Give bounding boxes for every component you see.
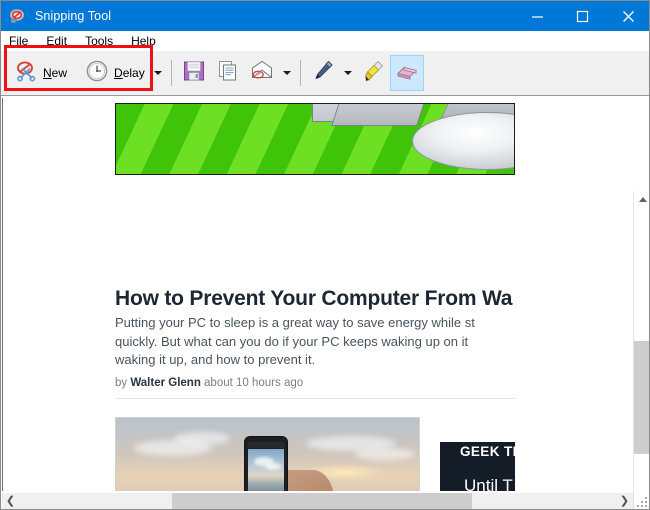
- captured-webpage: How to Prevent Your Computer From Wa Put…: [3, 98, 515, 491]
- new-button-label: New: [43, 66, 67, 80]
- menu-label-tools-rest: ools: [91, 34, 113, 48]
- pen-dropdown-button[interactable]: [340, 55, 356, 91]
- delay-button[interactable]: Delay: [80, 55, 150, 91]
- resize-grip-icon[interactable]: [634, 494, 650, 510]
- horizontal-scroll-thumb[interactable]: [172, 493, 472, 510]
- toolbar: New Delay: [1, 51, 650, 96]
- vertical-scroll-thumb[interactable]: [634, 341, 650, 454]
- chevron-up-icon: [639, 197, 647, 202]
- geek-trivia-card: GEEK TRIV Until T Was C City R The S: [440, 442, 515, 491]
- chevron-down-icon: [283, 71, 291, 75]
- scissors-snip-icon: [14, 59, 38, 88]
- email-button[interactable]: [245, 55, 279, 91]
- article-body: Putting your PC to sleep is a great way …: [115, 314, 515, 370]
- menu-item-help[interactable]: Help: [131, 34, 156, 48]
- capture-clip: How to Prevent Your Computer From Wa Put…: [2, 98, 634, 491]
- menu-label-file-rest: ile: [16, 34, 28, 48]
- article-body-line-1: Putting your PC to sleep is a great way …: [115, 314, 515, 333]
- save-floppy-icon: [182, 59, 206, 88]
- menu-item-tools[interactable]: Tools: [85, 34, 113, 48]
- chevron-down-icon: [344, 71, 352, 75]
- photo-cloud: [354, 448, 416, 460]
- photo-cloud: [174, 432, 230, 445]
- delay-button-label: Delay: [114, 66, 145, 80]
- article-title: How to Prevent Your Computer From Wa: [115, 288, 515, 309]
- maximize-button[interactable]: [560, 1, 605, 31]
- horizontal-scrollbar[interactable]: ❮ ❯: [2, 493, 633, 510]
- phone-screen: [248, 449, 284, 491]
- eraser-icon: [395, 59, 419, 88]
- byline-author: Walter Glenn: [130, 377, 201, 389]
- scroll-right-button[interactable]: ❯: [616, 493, 633, 510]
- article-body-line-3: waking it up, and how to prevent it.: [115, 351, 515, 370]
- close-button[interactable]: [605, 1, 650, 31]
- email-envelope-icon: [250, 59, 274, 88]
- pen-icon: [311, 59, 335, 88]
- clock-icon: [85, 59, 109, 88]
- copy-button[interactable]: [211, 55, 245, 91]
- byline-time: about 10 hours ago: [201, 377, 303, 389]
- menu-label-edit-rest: dit: [54, 34, 67, 48]
- scroll-up-button[interactable]: [634, 191, 650, 208]
- article-body-line-2: quickly. But what can you do if your PC …: [115, 333, 515, 352]
- phone-status-bar: [248, 442, 284, 448]
- scroll-left-button[interactable]: ❮: [2, 493, 19, 510]
- toolbar-separator-2: [300, 60, 301, 86]
- capture-canvas[interactable]: How to Prevent Your Computer From Wa Put…: [1, 96, 650, 510]
- toolbar-separator-1: [171, 60, 172, 86]
- hero-object-bed: [331, 103, 431, 126]
- email-dropdown-button[interactable]: [279, 55, 295, 91]
- geek-trivia-line-1: Until T: [464, 474, 514, 491]
- chevron-left-icon: ❮: [6, 496, 15, 507]
- beach-photo-thumbnail: [115, 417, 420, 491]
- eraser-button[interactable]: [390, 55, 424, 91]
- vertical-scrollbar[interactable]: [633, 191, 650, 510]
- window-controls: [515, 1, 650, 31]
- menu-item-edit[interactable]: Edit: [46, 34, 67, 48]
- article-byline: by Walter Glenn about 10 hours ago: [115, 377, 303, 389]
- menu-label-help-rest: elp: [140, 34, 156, 48]
- geek-trivia-kicker: GEEK TRIV: [460, 444, 515, 459]
- photo-smartphone: [244, 436, 288, 491]
- hero-object-lamp-dish: [412, 112, 515, 170]
- highlighter-button[interactable]: [356, 55, 390, 91]
- article-divider: [115, 398, 515, 399]
- menu-item-file[interactable]: File: [9, 34, 28, 48]
- minimize-button[interactable]: [515, 1, 560, 31]
- new-button[interactable]: New: [9, 55, 72, 91]
- snipping-tool-window: Snipping Tool File Edit Tools Help: [0, 0, 650, 510]
- save-button[interactable]: [177, 55, 211, 91]
- chevron-right-icon: ❯: [620, 496, 629, 507]
- snipping-tool-icon: [9, 8, 26, 25]
- chevron-down-icon: [154, 71, 162, 75]
- phone-screen-cloud: [265, 463, 281, 470]
- delay-dropdown-button[interactable]: [150, 55, 166, 91]
- menu-bar: File Edit Tools Help: [1, 31, 650, 51]
- hero-banner-image: [115, 103, 515, 175]
- window-title: Snipping Tool: [35, 9, 111, 23]
- byline-prefix: by: [115, 377, 130, 389]
- copy-icon: [216, 59, 240, 88]
- geek-trivia-headline: Until T Was C City R The S: [464, 474, 514, 491]
- title-bar: Snipping Tool: [1, 1, 650, 31]
- highlighter-icon: [361, 59, 385, 88]
- pen-button[interactable]: [306, 55, 340, 91]
